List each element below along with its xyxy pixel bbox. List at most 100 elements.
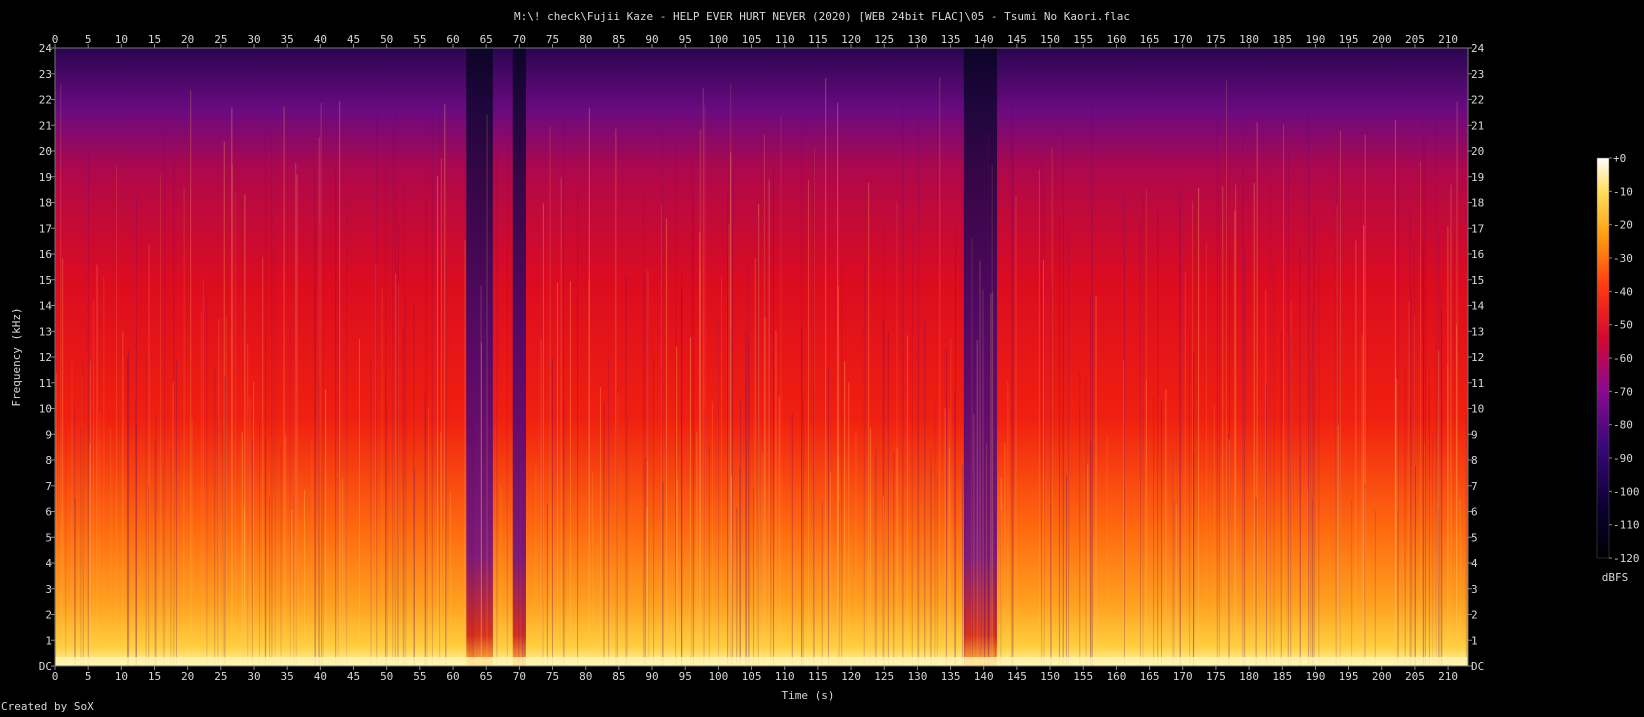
streak — [945, 349, 947, 666]
streak — [711, 401, 713, 666]
streak — [887, 331, 889, 666]
streak — [972, 472, 974, 666]
x-tick-label-top: 45 — [347, 33, 360, 46]
streak — [603, 402, 605, 666]
streak — [1299, 454, 1301, 666]
streak — [225, 317, 227, 666]
streak — [62, 258, 64, 666]
streak — [829, 472, 831, 666]
streak — [1273, 262, 1275, 666]
streak — [175, 359, 177, 666]
streak — [762, 452, 764, 666]
streak — [1404, 369, 1406, 666]
colorbar-label: dBFS — [1602, 571, 1629, 584]
y-tick-label-right: 12 — [1471, 351, 1484, 364]
streak — [1213, 404, 1215, 666]
streak — [985, 444, 987, 666]
x-tick-label-bottom: 150 — [1040, 670, 1060, 683]
streak — [159, 174, 161, 666]
streak — [1160, 400, 1162, 666]
x-tick-label-top: 40 — [314, 33, 327, 46]
streak — [721, 277, 723, 666]
streak — [748, 341, 750, 666]
streak — [1165, 389, 1167, 666]
streak — [87, 147, 89, 666]
spectrogram-figure: M:\! check\Fujii Kaze - HELP EVER HURT N… — [0, 0, 1644, 713]
streak — [231, 107, 233, 666]
streak — [780, 115, 782, 666]
streak — [813, 142, 815, 666]
streak — [979, 260, 981, 666]
streak — [397, 226, 399, 666]
streak — [127, 357, 129, 666]
streak — [243, 505, 245, 666]
streak — [74, 498, 76, 666]
x-tick-label-bottom: 200 — [1372, 670, 1392, 683]
streak — [918, 107, 920, 666]
y-tick-label-left: 21 — [39, 119, 52, 132]
streak — [145, 355, 147, 666]
streak — [385, 373, 387, 666]
streak — [440, 432, 442, 666]
x-tick-label-top: 55 — [413, 33, 426, 46]
streak — [1192, 200, 1194, 666]
streak — [1255, 497, 1257, 666]
streak — [844, 361, 846, 666]
streak — [708, 442, 710, 666]
x-tick-label-bottom: 145 — [1007, 670, 1027, 683]
streak — [775, 330, 777, 666]
x-tick-label-top: 120 — [841, 33, 861, 46]
streak — [936, 473, 938, 666]
streak — [222, 428, 224, 666]
streak — [1310, 360, 1312, 666]
streak — [289, 321, 291, 666]
streak — [727, 194, 729, 666]
streak — [1408, 301, 1410, 666]
streak — [413, 468, 415, 666]
x-tick-label-bottom: 155 — [1073, 670, 1093, 683]
streak — [644, 457, 646, 666]
streak — [1007, 381, 1009, 666]
x-tick-label-bottom: 140 — [974, 670, 994, 683]
streak — [1015, 195, 1017, 666]
streak — [868, 182, 870, 666]
streak — [1456, 101, 1458, 666]
streak — [339, 101, 341, 666]
streak — [1365, 489, 1367, 666]
streak — [1066, 475, 1068, 666]
streak — [1394, 120, 1396, 666]
colorbar-tick-label: -100 — [1613, 485, 1640, 498]
x-tick-label-top: 160 — [1106, 33, 1126, 46]
streak — [1432, 433, 1434, 666]
streak — [1311, 498, 1313, 666]
streak — [496, 153, 498, 666]
streak — [318, 225, 320, 666]
streak — [875, 446, 877, 666]
streak — [234, 192, 236, 666]
streak — [450, 491, 452, 666]
y-tick-label-right: 21 — [1471, 119, 1484, 132]
y-tick-label-left: 18 — [39, 197, 52, 210]
streak — [322, 227, 324, 666]
x-tick-label-top: 35 — [281, 33, 294, 46]
streak — [1438, 229, 1440, 666]
streak — [92, 300, 94, 666]
streak — [1042, 259, 1044, 666]
streak — [122, 331, 124, 666]
streak — [148, 486, 150, 666]
streak — [402, 328, 404, 666]
streak — [1397, 180, 1399, 666]
y-tick-label-left: 15 — [39, 274, 52, 287]
y-tick-label-right: 22 — [1471, 94, 1484, 107]
streak — [1038, 169, 1040, 666]
streak — [625, 276, 627, 666]
streak — [588, 279, 590, 666]
streak — [346, 201, 348, 666]
y-tick-label-right: 15 — [1471, 274, 1484, 287]
y-tick-label-right: 10 — [1471, 403, 1484, 416]
streak — [1011, 104, 1013, 666]
streak — [677, 478, 679, 666]
streak — [1265, 384, 1267, 666]
streak — [551, 358, 553, 666]
streak — [542, 203, 544, 666]
